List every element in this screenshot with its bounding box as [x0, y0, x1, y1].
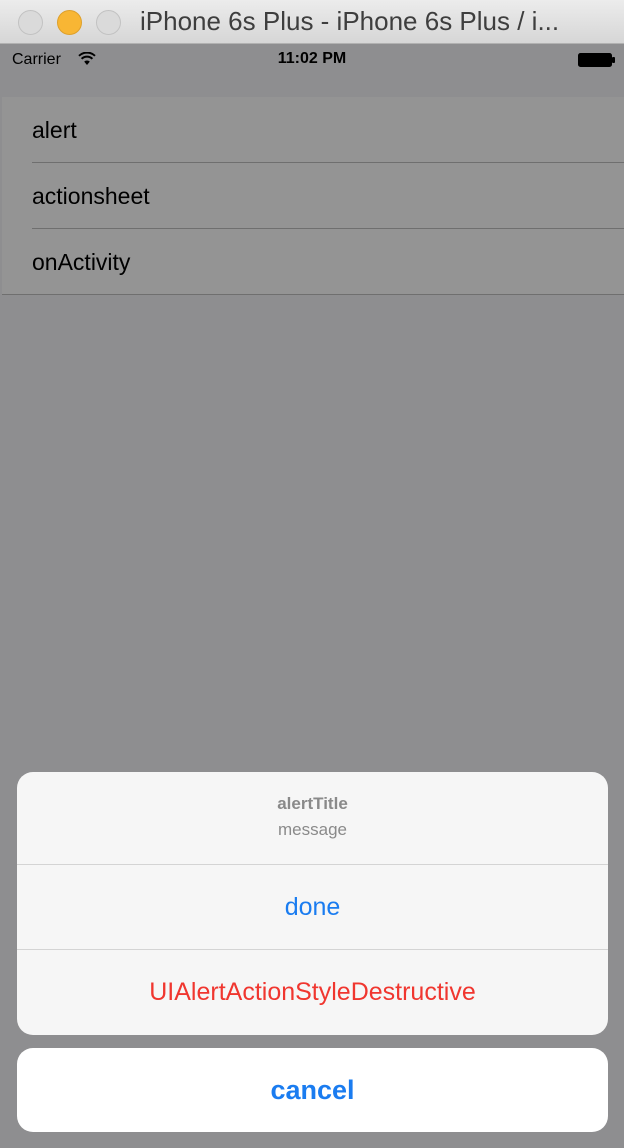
window-minimize-button[interactable] — [57, 10, 82, 35]
action-sheet-message: message — [278, 820, 347, 839]
battery-icon — [578, 53, 615, 67]
table-view: alert actionsheet onActivity — [2, 97, 624, 295]
list-item-label: alert — [32, 117, 77, 143]
list-item-alert[interactable]: alert — [2, 97, 624, 163]
action-sheet-header: alertTitle message — [17, 772, 608, 865]
action-sheet-title: alertTitle — [277, 794, 348, 813]
window-titlebar: iPhone 6s Plus - iPhone 6s Plus / i... — [0, 0, 624, 44]
list-item-actionsheet[interactable]: actionsheet — [2, 163, 624, 229]
status-bar: Carrier 11:02 PM — [0, 45, 624, 75]
window-title: iPhone 6s Plus - iPhone 6s Plus / i... — [140, 6, 560, 36]
cancel-button[interactable]: cancel — [17, 1048, 608, 1132]
list-item-label: onActivity — [32, 249, 131, 275]
window-zoom-button[interactable] — [96, 10, 121, 35]
destructive-button[interactable]: UIAlertActionStyleDestructive — [17, 950, 608, 1034]
done-button[interactable]: done — [17, 865, 608, 950]
status-time: 11:02 PM — [277, 50, 347, 67]
row-separator — [2, 294, 624, 295]
list-item-label: actionsheet — [32, 183, 150, 209]
action-sheet: alertTitle message done UIAlertActionSty… — [17, 772, 608, 1035]
list-item-onactivity[interactable]: onActivity — [2, 229, 624, 295]
window-close-button[interactable] — [18, 10, 43, 35]
